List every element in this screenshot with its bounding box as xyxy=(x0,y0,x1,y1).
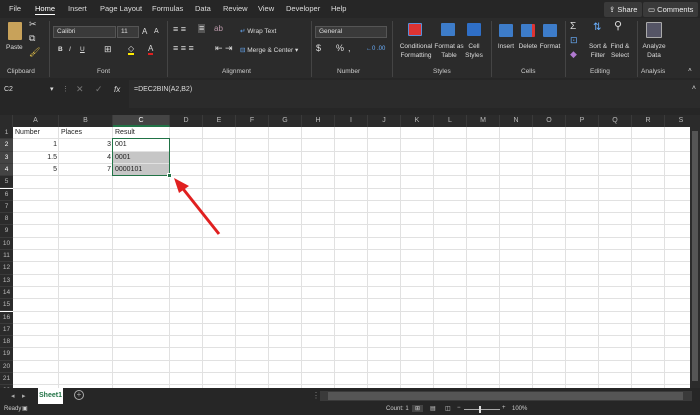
macro-record-icon[interactable]: ▣ xyxy=(22,405,28,412)
status-count: Count: 1 xyxy=(386,406,409,412)
page-layout-view-icon[interactable]: ▤ xyxy=(430,405,436,412)
splitter-icon[interactable]: ⋮ xyxy=(312,391,320,400)
next-sheet-icon[interactable]: ▸ xyxy=(22,392,26,400)
zoom-in-icon[interactable]: + xyxy=(502,405,506,411)
sheet-tab-sheet1[interactable]: Sheet1 xyxy=(38,388,63,404)
arrow-shaft xyxy=(178,184,221,235)
normal-view-icon[interactable]: ⊞ xyxy=(412,405,424,412)
zoom-level: 100% xyxy=(512,406,528,412)
horizontal-scrollbar[interactable] xyxy=(320,391,692,401)
annotation-arrow xyxy=(174,178,221,235)
status-ready: Ready xyxy=(4,406,22,412)
sheet-tab-bar: ◂ ▸ Sheet1 + ⋮ xyxy=(0,388,700,405)
zoom-slider-thumb[interactable] xyxy=(479,406,481,413)
page-break-view-icon[interactable]: ◫ xyxy=(445,405,451,412)
zoom-out-icon[interactable]: − xyxy=(457,405,461,411)
prev-sheet-icon[interactable]: ◂ xyxy=(11,392,15,400)
zoom-slider[interactable] xyxy=(464,409,500,410)
arrow-head xyxy=(174,178,189,193)
add-sheet-icon[interactable]: + xyxy=(74,390,84,400)
status-bar: Ready ▣ Count: 1 ⊞ ▤ ◫ − + 100% xyxy=(0,405,700,415)
